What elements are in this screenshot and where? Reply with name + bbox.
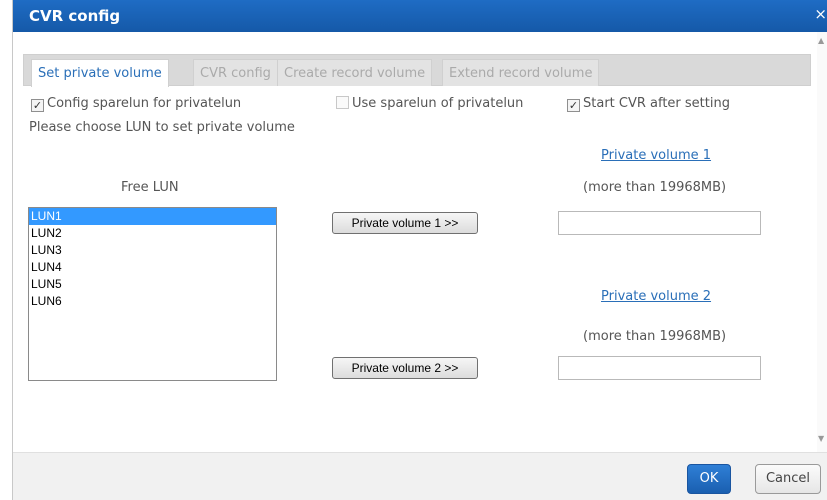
use-sparelun-label: Use sparelun of privatelun <box>352 96 524 111</box>
instruction-text: Please choose LUN to set private volume <box>29 120 295 135</box>
dialog-content: Set private volume CVR config Create rec… <box>13 32 818 452</box>
tab-bar: Set private volume CVR config Create rec… <box>23 54 811 87</box>
use-sparelun-checkbox[interactable] <box>336 96 349 109</box>
dialog-footer: OK Cancel <box>13 452 827 500</box>
private-volume-2-button[interactable]: Private volume 2 >> <box>332 357 478 379</box>
dialog-scrollbar[interactable]: ▲ ▼ <box>817 32 827 452</box>
config-sparelun-checkbox[interactable]: ✓ <box>31 99 44 112</box>
private-volume-2-link[interactable]: Private volume 2 <box>601 289 711 304</box>
list-item[interactable]: LUN6 <box>29 293 276 310</box>
ok-button[interactable]: OK <box>687 464 731 494</box>
tab-set-private-volume[interactable]: Set private volume <box>31 59 169 87</box>
cvr-config-dialog: CVR config × Set private volume CVR conf… <box>12 0 827 500</box>
config-sparelun-label: Config sparelun for privatelun <box>47 96 242 111</box>
private-volume-1-button[interactable]: Private volume 1 >> <box>332 212 478 234</box>
list-item[interactable]: LUN4 <box>29 259 276 276</box>
private-volume-1-note: (more than 19968MB) <box>583 180 727 195</box>
config-sparelun-option[interactable]: ✓ Config sparelun for privatelun <box>31 96 241 112</box>
private-volume-2-input[interactable] <box>558 356 761 380</box>
use-sparelun-option[interactable]: Use sparelun of privatelun <box>336 96 523 111</box>
private-volume-1-input[interactable] <box>558 211 761 235</box>
free-lun-heading: Free LUN <box>121 180 179 195</box>
start-cvr-label: Start CVR after setting <box>583 96 730 111</box>
dialog-title: CVR config <box>29 7 121 25</box>
tab-extend-record-volume[interactable]: Extend record volume <box>442 59 600 86</box>
background-edge <box>0 0 12 500</box>
scroll-down-icon[interactable]: ▼ <box>818 434 824 443</box>
tab-cvr-config[interactable]: CVR config <box>193 59 278 86</box>
list-item[interactable]: LUN2 <box>29 225 276 242</box>
tab-create-record-volume[interactable]: Create record volume <box>277 59 433 86</box>
cancel-button[interactable]: Cancel <box>755 464 821 494</box>
list-item[interactable]: LUN3 <box>29 242 276 259</box>
start-cvr-checkbox[interactable]: ✓ <box>567 99 580 112</box>
private-volume-1-link[interactable]: Private volume 1 <box>601 148 711 163</box>
private-volume-2-note: (more than 19968MB) <box>583 329 727 344</box>
free-lun-listbox[interactable]: LUN1 LUN2 LUN3 LUN4 LUN5 LUN6 <box>28 207 277 381</box>
start-cvr-option[interactable]: ✓ Start CVR after setting <box>567 96 730 112</box>
dialog-titlebar[interactable]: CVR config × <box>13 0 827 32</box>
list-item[interactable]: LUN5 <box>29 276 276 293</box>
close-icon[interactable]: × <box>814 5 827 23</box>
scroll-up-icon[interactable]: ▲ <box>818 36 824 45</box>
list-item[interactable]: LUN1 <box>29 208 276 225</box>
